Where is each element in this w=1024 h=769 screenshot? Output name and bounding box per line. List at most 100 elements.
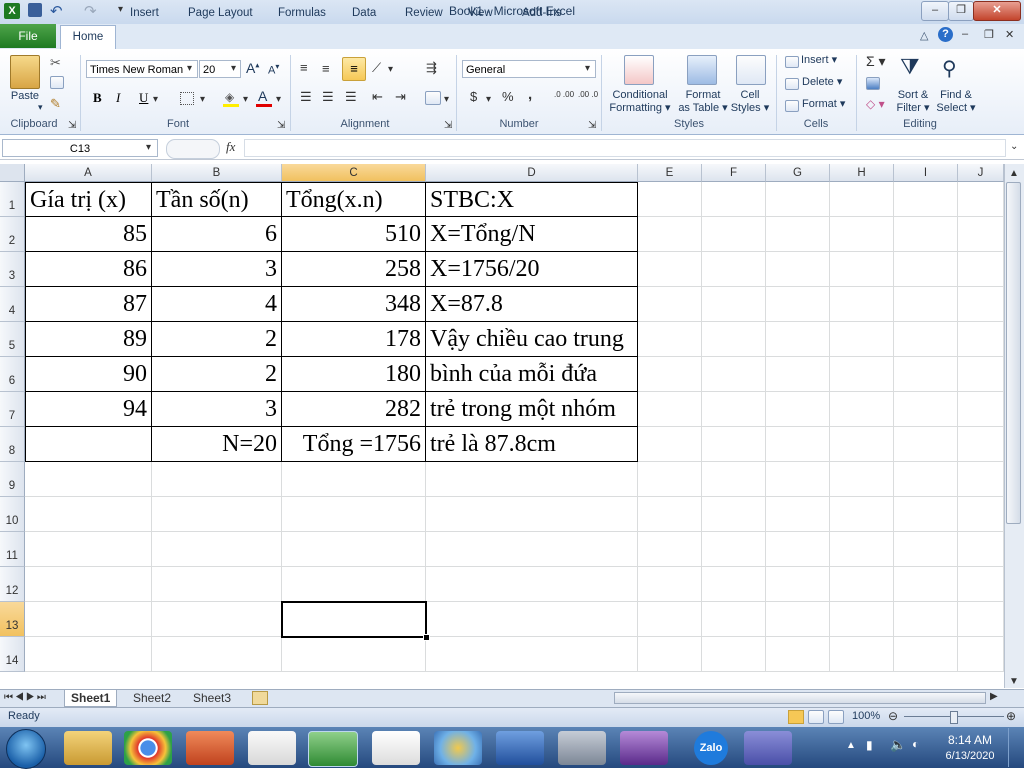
cell-g9[interactable] [766,462,830,497]
cell-i4[interactable] [894,287,958,322]
scroll-down-icon[interactable]: ▼ [1009,676,1019,687]
cell-c2[interactable]: 510 [282,217,426,252]
cell-d10[interactable] [426,497,638,532]
cell-i14[interactable] [894,637,958,672]
row-header-6[interactable]: 6 [0,357,25,392]
cell-i13[interactable] [894,602,958,637]
cell-i2[interactable] [894,217,958,252]
cell-c7[interactable]: 282 [282,392,426,427]
volume-icon[interactable]: 🔈 [890,737,906,753]
chrome-icon[interactable] [124,731,172,765]
cell-b6[interactable]: 2 [152,357,282,392]
sheet-nav-icon[interactable]: ⏮◀▶⏭ [4,692,48,703]
underline-button[interactable]: U [139,90,148,106]
cell-a9[interactable] [25,462,152,497]
cell-i8[interactable] [894,427,958,462]
paint-icon[interactable] [434,731,482,765]
cell-e3[interactable] [638,252,702,287]
cell-j7[interactable] [958,392,1004,427]
cell-e9[interactable] [638,462,702,497]
column-header-h[interactable]: H [830,164,894,182]
percent-button[interactable]: % [502,89,514,104]
column-header-g[interactable]: G [766,164,830,182]
cell-d13[interactable] [426,602,638,637]
cell-i10[interactable] [894,497,958,532]
cell-i7[interactable] [894,392,958,427]
cell-c1[interactable]: Tổng(x.n) [282,182,426,217]
tab-view[interactable]: View [460,3,501,23]
vertical-scroll-thumb[interactable] [1006,182,1021,524]
font-name-box[interactable]: Times New Roman [86,60,198,78]
font-color-icon[interactable]: A [258,88,267,104]
formula-bar-expand-icon[interactable]: ⌄ [1010,141,1018,152]
cell-c9[interactable] [282,462,426,497]
tab-home[interactable]: Home [60,25,116,50]
cell-i5[interactable] [894,322,958,357]
cell-g12[interactable] [766,567,830,602]
powerpoint-icon[interactable] [186,731,234,765]
cell-h4[interactable] [830,287,894,322]
cell-j13[interactable] [958,602,1004,637]
minimize-button[interactable]: – [921,1,949,21]
fill-icon[interactable] [866,77,880,90]
cell-f5[interactable] [702,322,766,357]
page-layout-view-icon[interactable] [808,710,824,724]
doc-minimize-icon[interactable]: – [962,28,968,40]
cut-icon[interactable]: ✂ [50,55,61,71]
cell-f3[interactable] [702,252,766,287]
cell-b11[interactable] [152,532,282,567]
cell-h10[interactable] [830,497,894,532]
delete-cells-icon[interactable] [785,78,799,90]
cell-f6[interactable] [702,357,766,392]
cell-h6[interactable] [830,357,894,392]
power-icon[interactable]: ◐ [912,737,919,751]
merge-center-icon[interactable] [425,91,441,105]
zoom-in-icon[interactable]: ⊕ [1006,709,1016,723]
delete-cells-button[interactable]: Delete ▾ [802,76,842,89]
show-hidden-icons[interactable]: ▲ [846,740,856,751]
conditional-formatting-button[interactable]: Conditional Formatting ▾ [606,89,674,115]
cell-b4[interactable]: 4 [152,287,282,322]
cell-j14[interactable] [958,637,1004,672]
row-header-2[interactable]: 2 [0,217,25,252]
cell-e4[interactable] [638,287,702,322]
cell-j2[interactable] [958,217,1004,252]
cell-d8[interactable]: trẻ là 87.8cm [426,427,638,462]
cell-e5[interactable] [638,322,702,357]
cell-f9[interactable] [702,462,766,497]
row-header-10[interactable]: 10 [0,497,25,532]
zoom-slider-thumb[interactable] [950,711,958,724]
cell-h12[interactable] [830,567,894,602]
row-header-14[interactable]: 14 [0,637,25,672]
cell-h13[interactable] [830,602,894,637]
blank-document-icon[interactable] [372,731,420,765]
cell-g7[interactable] [766,392,830,427]
align-bottom-icon[interactable]: ≡ [342,57,366,81]
cell-f2[interactable] [702,217,766,252]
cell-e13[interactable] [638,602,702,637]
column-header-i[interactable]: I [894,164,958,182]
row-header-13[interactable]: 13 [0,602,25,637]
cell-i12[interactable] [894,567,958,602]
cell-b3[interactable]: 3 [152,252,282,287]
insert-cells-icon[interactable] [785,56,799,68]
align-middle-icon[interactable]: ≡ [322,61,330,76]
cell-j12[interactable] [958,567,1004,602]
cell-i11[interactable] [894,532,958,567]
conditional-formatting-icon[interactable] [624,55,654,85]
active-cell-selection[interactable] [281,601,427,638]
calculator-icon[interactable] [558,731,606,765]
cell-h3[interactable] [830,252,894,287]
row-header-8[interactable]: 8 [0,427,25,462]
format-painter-icon[interactable]: ✎ [50,96,61,112]
find-select-icon[interactable]: ⚲ [942,56,957,81]
cell-a2[interactable]: 85 [25,217,152,252]
cell-d6[interactable]: bình của mỗi đứa [426,357,638,392]
help-icon[interactable]: ? [938,27,953,42]
cell-f12[interactable] [702,567,766,602]
cell-e11[interactable] [638,532,702,567]
name-box[interactable]: C13 [2,139,158,157]
start-button[interactable] [6,729,46,769]
autosum-icon[interactable]: Σ ▾ [866,53,886,70]
cell-j6[interactable] [958,357,1004,392]
